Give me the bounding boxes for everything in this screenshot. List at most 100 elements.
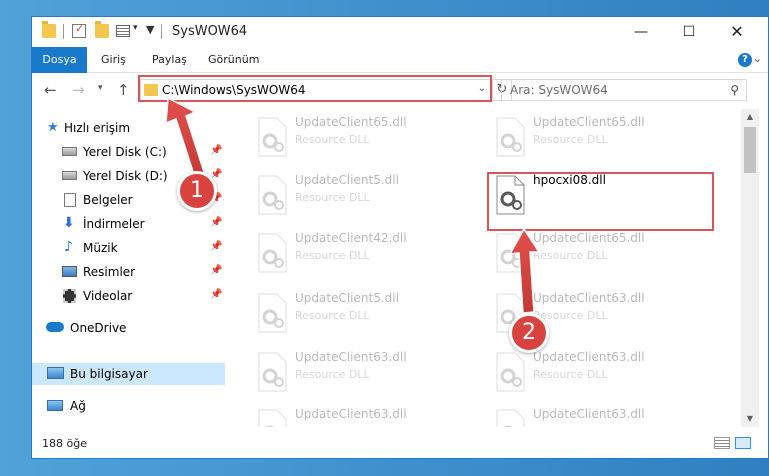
sidebar-item-quick-access[interactable]: ★ Hızlı erişim <box>32 117 225 139</box>
forward-button[interactable]: → <box>72 81 85 99</box>
dll-file-icon <box>258 233 287 273</box>
list-item-highlighted[interactable]: hpocxi08.dll <box>489 169 719 221</box>
cloud-icon <box>46 322 64 332</box>
chevron-down-icon[interactable]: ⌄ <box>478 83 486 94</box>
file-type: Resource DLL <box>295 133 370 146</box>
file-type: Resource DLL <box>295 309 370 322</box>
file-type: Resource DLL <box>295 368 370 381</box>
search-input[interactable]: Ara: SysWOW64 ⚲ <box>501 79 747 101</box>
pin-icon[interactable]: 📌 <box>210 217 222 228</box>
sidebar-item-downloads[interactable]: ⬇ İndirmeler 📌 <box>32 213 225 235</box>
sidebar-item-label: Hızlı erişim <box>64 121 131 135</box>
file-type: Resource DLL <box>295 191 370 204</box>
ribbon-tabs: Dosya Giriş Paylaş Görünüm ⌄ ? <box>32 47 768 73</box>
details-view-icon[interactable] <box>714 437 730 449</box>
list-item[interactable]: UpdateClient65.dll Resource DLL <box>489 111 719 163</box>
pin-icon[interactable]: 📌 <box>210 145 222 156</box>
dll-file-icon <box>258 352 287 392</box>
tab-dosya[interactable]: Dosya <box>32 47 87 73</box>
sidebar-item-label: Videolar <box>83 289 133 303</box>
sidebar-item-this-pc[interactable]: Bu bilgisayar <box>32 363 225 385</box>
file-name: UpdateClient63.dll <box>533 407 645 421</box>
maximize-button[interactable]: ☐ <box>666 17 712 47</box>
sidebar-item-label: İndirmeler <box>83 217 145 231</box>
tab-giris[interactable]: Giriş <box>88 47 139 73</box>
dll-file-icon <box>258 117 287 157</box>
list-item[interactable]: UpdateClient63.dll Resource DLL <box>251 346 481 398</box>
scrollbar-thumb[interactable] <box>744 127 756 173</box>
tab-gorunum[interactable]: Görünüm <box>195 47 272 73</box>
vertical-scrollbar[interactable]: ▲ ▼ <box>741 109 759 427</box>
file-name: UpdateClient65.dll <box>533 231 645 245</box>
step-1-badge: 1 <box>177 171 217 211</box>
divider <box>161 24 162 39</box>
divider <box>63 24 64 39</box>
expand-ribbon-icon[interactable]: ⌄ <box>753 52 762 65</box>
file-type: Resource DLL <box>533 249 608 262</box>
file-name: hpocxi08.dll <box>533 173 606 187</box>
pin-icon[interactable]: 📌 <box>210 289 222 300</box>
file-explorer-window: ▾ ▼ SysWOW64 — ☐ ✕ Dosya Giriş Paylaş Gö… <box>31 16 769 459</box>
sidebar-item-label: Yerel Disk (C:) <box>83 145 167 159</box>
sidebar-item-label: Belgeler <box>83 193 133 207</box>
dll-file-icon <box>496 175 525 215</box>
minimize-button[interactable]: — <box>618 17 664 47</box>
file-name: UpdateClient63.dll <box>295 350 407 364</box>
back-button[interactable]: ← <box>44 81 57 99</box>
file-name: UpdateClient65.dll <box>295 115 407 129</box>
list-item[interactable]: UpdateClient42.dll Resource DLL <box>251 227 481 279</box>
download-icon: ⬇ <box>63 215 75 231</box>
file-name: UpdateClient65.dll <box>533 115 645 129</box>
status-bar: 188 öğe <box>32 427 768 458</box>
tab-paylas[interactable]: Paylaş <box>139 47 200 73</box>
close-button[interactable]: ✕ <box>714 17 760 47</box>
search-icon[interactable]: ⚲ <box>730 83 739 97</box>
large-icons-view-icon[interactable] <box>735 437 751 449</box>
dropdown-arrow-icon[interactable]: ▼ <box>146 23 154 36</box>
sidebar-item-videos[interactable]: Videolar 📌 <box>32 285 225 307</box>
scroll-down-icon[interactable]: ▼ <box>741 411 759 427</box>
computer-icon <box>47 367 64 379</box>
list-item[interactable]: UpdateClient65.dll Resource DLL <box>489 227 719 279</box>
sidebar-item-pictures[interactable]: Resimler 📌 <box>32 261 225 283</box>
sidebar-item-network[interactable]: Ağ <box>32 395 225 417</box>
chevron-down-icon[interactable]: ▾ <box>133 23 138 33</box>
up-button[interactable]: ↑ <box>117 81 130 99</box>
list-item[interactable]: UpdateClient65.dll Resource DLL <box>251 111 481 163</box>
folder-icon <box>42 21 56 38</box>
customize-icon[interactable] <box>116 25 130 37</box>
file-list: UpdateClient65.dll Resource DLL UpdateCl… <box>225 109 741 427</box>
pin-icon[interactable]: 📌 <box>210 265 222 276</box>
address-path[interactable]: C:\Windows\SysWOW64 <box>162 83 306 97</box>
list-item[interactable]: UpdateClient63.dll Resource DLL <box>489 403 719 427</box>
list-item[interactable]: UpdateClient63.dll Resource DLL <box>251 403 481 427</box>
pin-icon[interactable]: 📌 <box>210 241 222 252</box>
title-bar: ▾ ▼ SysWOW64 — ☐ ✕ <box>32 17 768 47</box>
scroll-up-icon[interactable]: ▲ <box>741 109 759 125</box>
file-type: Resource DLL <box>533 368 608 381</box>
dll-file-icon <box>496 352 525 392</box>
list-item[interactable]: UpdateClient5.dll Resource DLL <box>251 169 481 221</box>
music-icon: ♪ <box>64 239 73 255</box>
sidebar-item-onedrive[interactable]: OneDrive <box>32 317 225 339</box>
documents-icon <box>64 193 76 207</box>
properties-icon[interactable] <box>72 22 86 38</box>
network-icon <box>47 400 63 411</box>
drive-icon <box>62 147 77 156</box>
pictures-icon <box>62 266 77 277</box>
sidebar-item-label: OneDrive <box>70 321 127 335</box>
sidebar-item-disk-c[interactable]: Yerel Disk (C:) 📌 <box>32 141 225 163</box>
sidebar-item-label: Resimler <box>83 265 136 279</box>
new-folder-icon[interactable] <box>95 21 109 38</box>
star-icon: ★ <box>47 120 59 135</box>
search-placeholder: Ara: SysWOW64 <box>510 83 608 97</box>
dll-file-icon <box>496 409 525 427</box>
sidebar-item-music[interactable]: ♪ Müzik 📌 <box>32 237 225 259</box>
recent-locations-icon[interactable]: ▾ <box>98 83 103 93</box>
address-bar[interactable]: C:\Windows\SysWOW64 ⌄ <box>140 79 491 101</box>
help-icon[interactable]: ? <box>738 53 752 67</box>
list-item[interactable]: UpdateClient63.dll Resource DLL <box>489 346 719 398</box>
dll-file-icon <box>258 409 287 427</box>
sidebar-item-label: Ağ <box>70 399 86 413</box>
list-item[interactable]: UpdateClient5.dll Resource DLL <box>251 287 481 339</box>
